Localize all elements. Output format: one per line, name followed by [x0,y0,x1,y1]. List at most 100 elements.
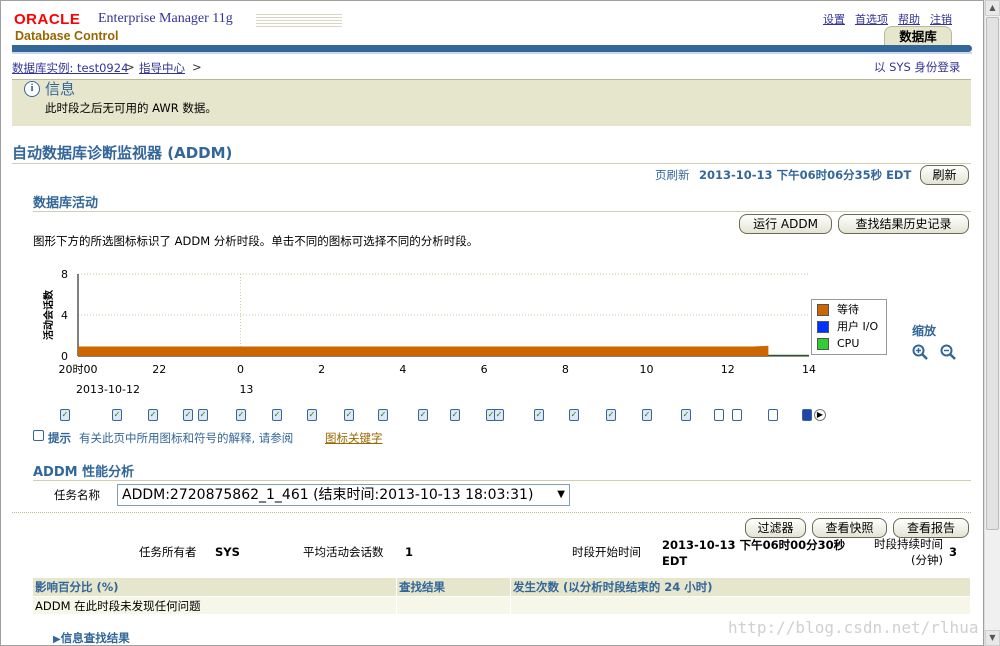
snapshot-icon[interactable]: ✓ [534,409,544,421]
snapshot-icon[interactable] [714,409,724,421]
legend-label: CPU [837,337,860,350]
snapshot-icon[interactable] [802,409,812,421]
info-title: 信息 [45,80,76,98]
breadcrumb-advisor-central[interactable]: 指导中心 [139,60,185,76]
period-start-value: 2013-10-13 下午06时00分30秒 EDT [662,538,846,568]
snapshot-icon[interactable]: ✓ [183,409,193,421]
refresh-label: 页刷新 [655,168,690,182]
zoom-out-icon[interactable] [940,344,956,360]
zoom-label: 缩放 [912,324,937,338]
help-link[interactable]: 帮助 [898,11,920,27]
period-duration-value: 3 [949,545,958,559]
x-tick-label: 14 [802,363,816,376]
x-tick-label: 20时00 [59,363,98,376]
run-addm-button[interactable]: 运行 ADDM [739,214,832,234]
task-name-select[interactable]: ADDM:2720875862_1_461 (结束时间:2013-10-13 1… [117,484,570,506]
informational-findings-toggle[interactable]: ▶信息查找结果 [53,630,130,646]
previous-period-icon[interactable]: ✓ [60,409,70,421]
snapshot-icon[interactable]: ✓ [198,409,208,421]
expand-triangle-icon: ▶ [53,634,61,645]
nav-bar [12,45,972,52]
snapshot-icon[interactable]: ✓ [494,409,504,421]
snapshot-icon[interactable]: ✓ [148,409,158,421]
y-tick-label: 0 [61,350,68,363]
snapshot-icon[interactable]: ✓ [236,409,246,421]
snapshot-icon[interactable]: ✓ [450,409,460,421]
scroll-down-icon[interactable]: ▼ [985,630,1000,646]
info-message: 此时段之后无可用的 AWR 数据。 [45,101,217,115]
task-name-value: ADDM:2720875862_1_461 (结束时间:2013-10-13 1… [122,487,534,503]
avg-sessions-value: 1 [405,545,414,559]
table-header-row: 影响百分比 (%) 查找结果 发生次数 (以分析时段结束的 24 小时) [32,577,971,597]
snapshot-icon[interactable]: ✓ [418,409,428,421]
period-start-label: 时段开始时间 [572,545,641,559]
product-subtitle: Database Control [15,29,119,43]
legend-swatch [817,321,829,333]
zoom-in-icon[interactable] [912,344,928,360]
nav-bar-shadow [12,52,972,54]
breadcrumb-instance[interactable]: 数据库实例: test0924 [12,60,128,76]
x-tick-label: 8 [562,363,569,376]
settings-link[interactable]: 设置 [823,11,845,27]
table-cell [396,596,511,615]
refresh-time: 2013-10-13 下午06时06分35秒 EDT [699,168,912,182]
avg-sessions-label: 平均活动会话数 [303,545,384,559]
activity-chart[interactable]: 048活动会话数20时00220246810121416182013-10-12… [30,262,880,397]
oracle-logo: ORACLE [14,11,81,28]
dotted-divider [12,512,971,513]
snapshot-icon[interactable]: ✓ [344,409,354,421]
logout-link[interactable]: 注销 [930,11,952,27]
activity-description: 图形下方的所选图标标识了 ADDM 分析时段。单击不同的图标可选择不同的分析时段… [33,234,479,248]
find-history-button[interactable]: 查找结果历史记录 [838,214,969,234]
snapshot-icon[interactable]: ✓ [272,409,282,421]
scrollbar-thumb[interactable] [986,17,999,530]
column-header-occurrences[interactable]: 发生次数 (以分析时段结束的 24 小时) [510,577,971,597]
y-tick-label: 8 [61,268,68,281]
info-icon: i [24,81,40,97]
x-tick-label: 0 [237,363,244,376]
expand-label: 信息查找结果 [60,631,130,645]
tab-database[interactable]: 数据库 [884,26,952,46]
x-tick-label: 4 [399,363,406,376]
filter-button[interactable]: 过滤器 [745,518,806,538]
snapshot-icon[interactable]: ✓ [112,409,122,421]
snapshot-icon[interactable] [732,409,742,421]
view-snapshots-button[interactable]: 查看快照 [812,518,887,538]
page-title: 自动数据库诊断监视器 (ADDM) [12,144,233,162]
y-tick-label: 4 [61,309,68,322]
snapshot-icon[interactable]: ✓ [307,409,317,421]
task-name-label: 任务名称 [54,488,100,502]
scroll-up-icon[interactable]: ▲ [985,0,1000,16]
x-date-label: 13 [239,383,253,396]
column-header-finding[interactable]: 查找结果 [396,577,511,597]
tip-text: 有关此页中所用图标和符号的解释, 请参阅 [79,431,294,445]
snapshot-icon-row: ✓ ✓ ✓ ✓ ✓ ✓ ✓ ✓ ✓ ✓ ✓ ✓ ✓ ✓ ✓ ✓ ✓ ✓ ✓ ▶ [52,407,832,425]
snapshot-icon[interactable]: ✓ [606,409,616,421]
view-report-button[interactable]: 查看报告 [893,518,969,538]
snapshot-icon[interactable] [768,409,778,421]
next-period-icon[interactable]: ▶ [814,409,826,421]
activity-divider [33,211,971,212]
series-area-wait [78,345,769,356]
column-header-impact[interactable]: 影响百分比 (%) [32,577,397,597]
x-tick-label: 12 [721,363,735,376]
product-name: Enterprise Manager 11g [98,11,233,26]
legend-label: 用户 I/O [837,320,879,333]
chevron-down-icon: ▼ [557,489,565,500]
snapshot-icon[interactable]: ✓ [569,409,579,421]
table-cell [510,596,971,615]
owner-label: 任务所有者 [139,545,197,559]
preferences-link[interactable]: 首选项 [855,11,888,27]
icon-key-link[interactable]: 图标关键字 [325,430,383,446]
x-date-label: 2013-10-12 [76,383,140,396]
snapshot-icon[interactable]: ✓ [681,409,691,421]
snapshot-icon[interactable]: ✓ [642,409,652,421]
vertical-scrollbar[interactable]: ▲ ▼ [984,0,1000,646]
refresh-button[interactable]: 刷新 [920,165,969,185]
snapshot-icon[interactable]: ✓ [378,409,388,421]
legend-swatch [817,304,829,316]
addm-divider [33,480,971,481]
x-tick-label: 2 [318,363,325,376]
period-duration-label: 时段持续时间 (分钟) [874,537,943,567]
owner-value: SYS [215,545,240,559]
